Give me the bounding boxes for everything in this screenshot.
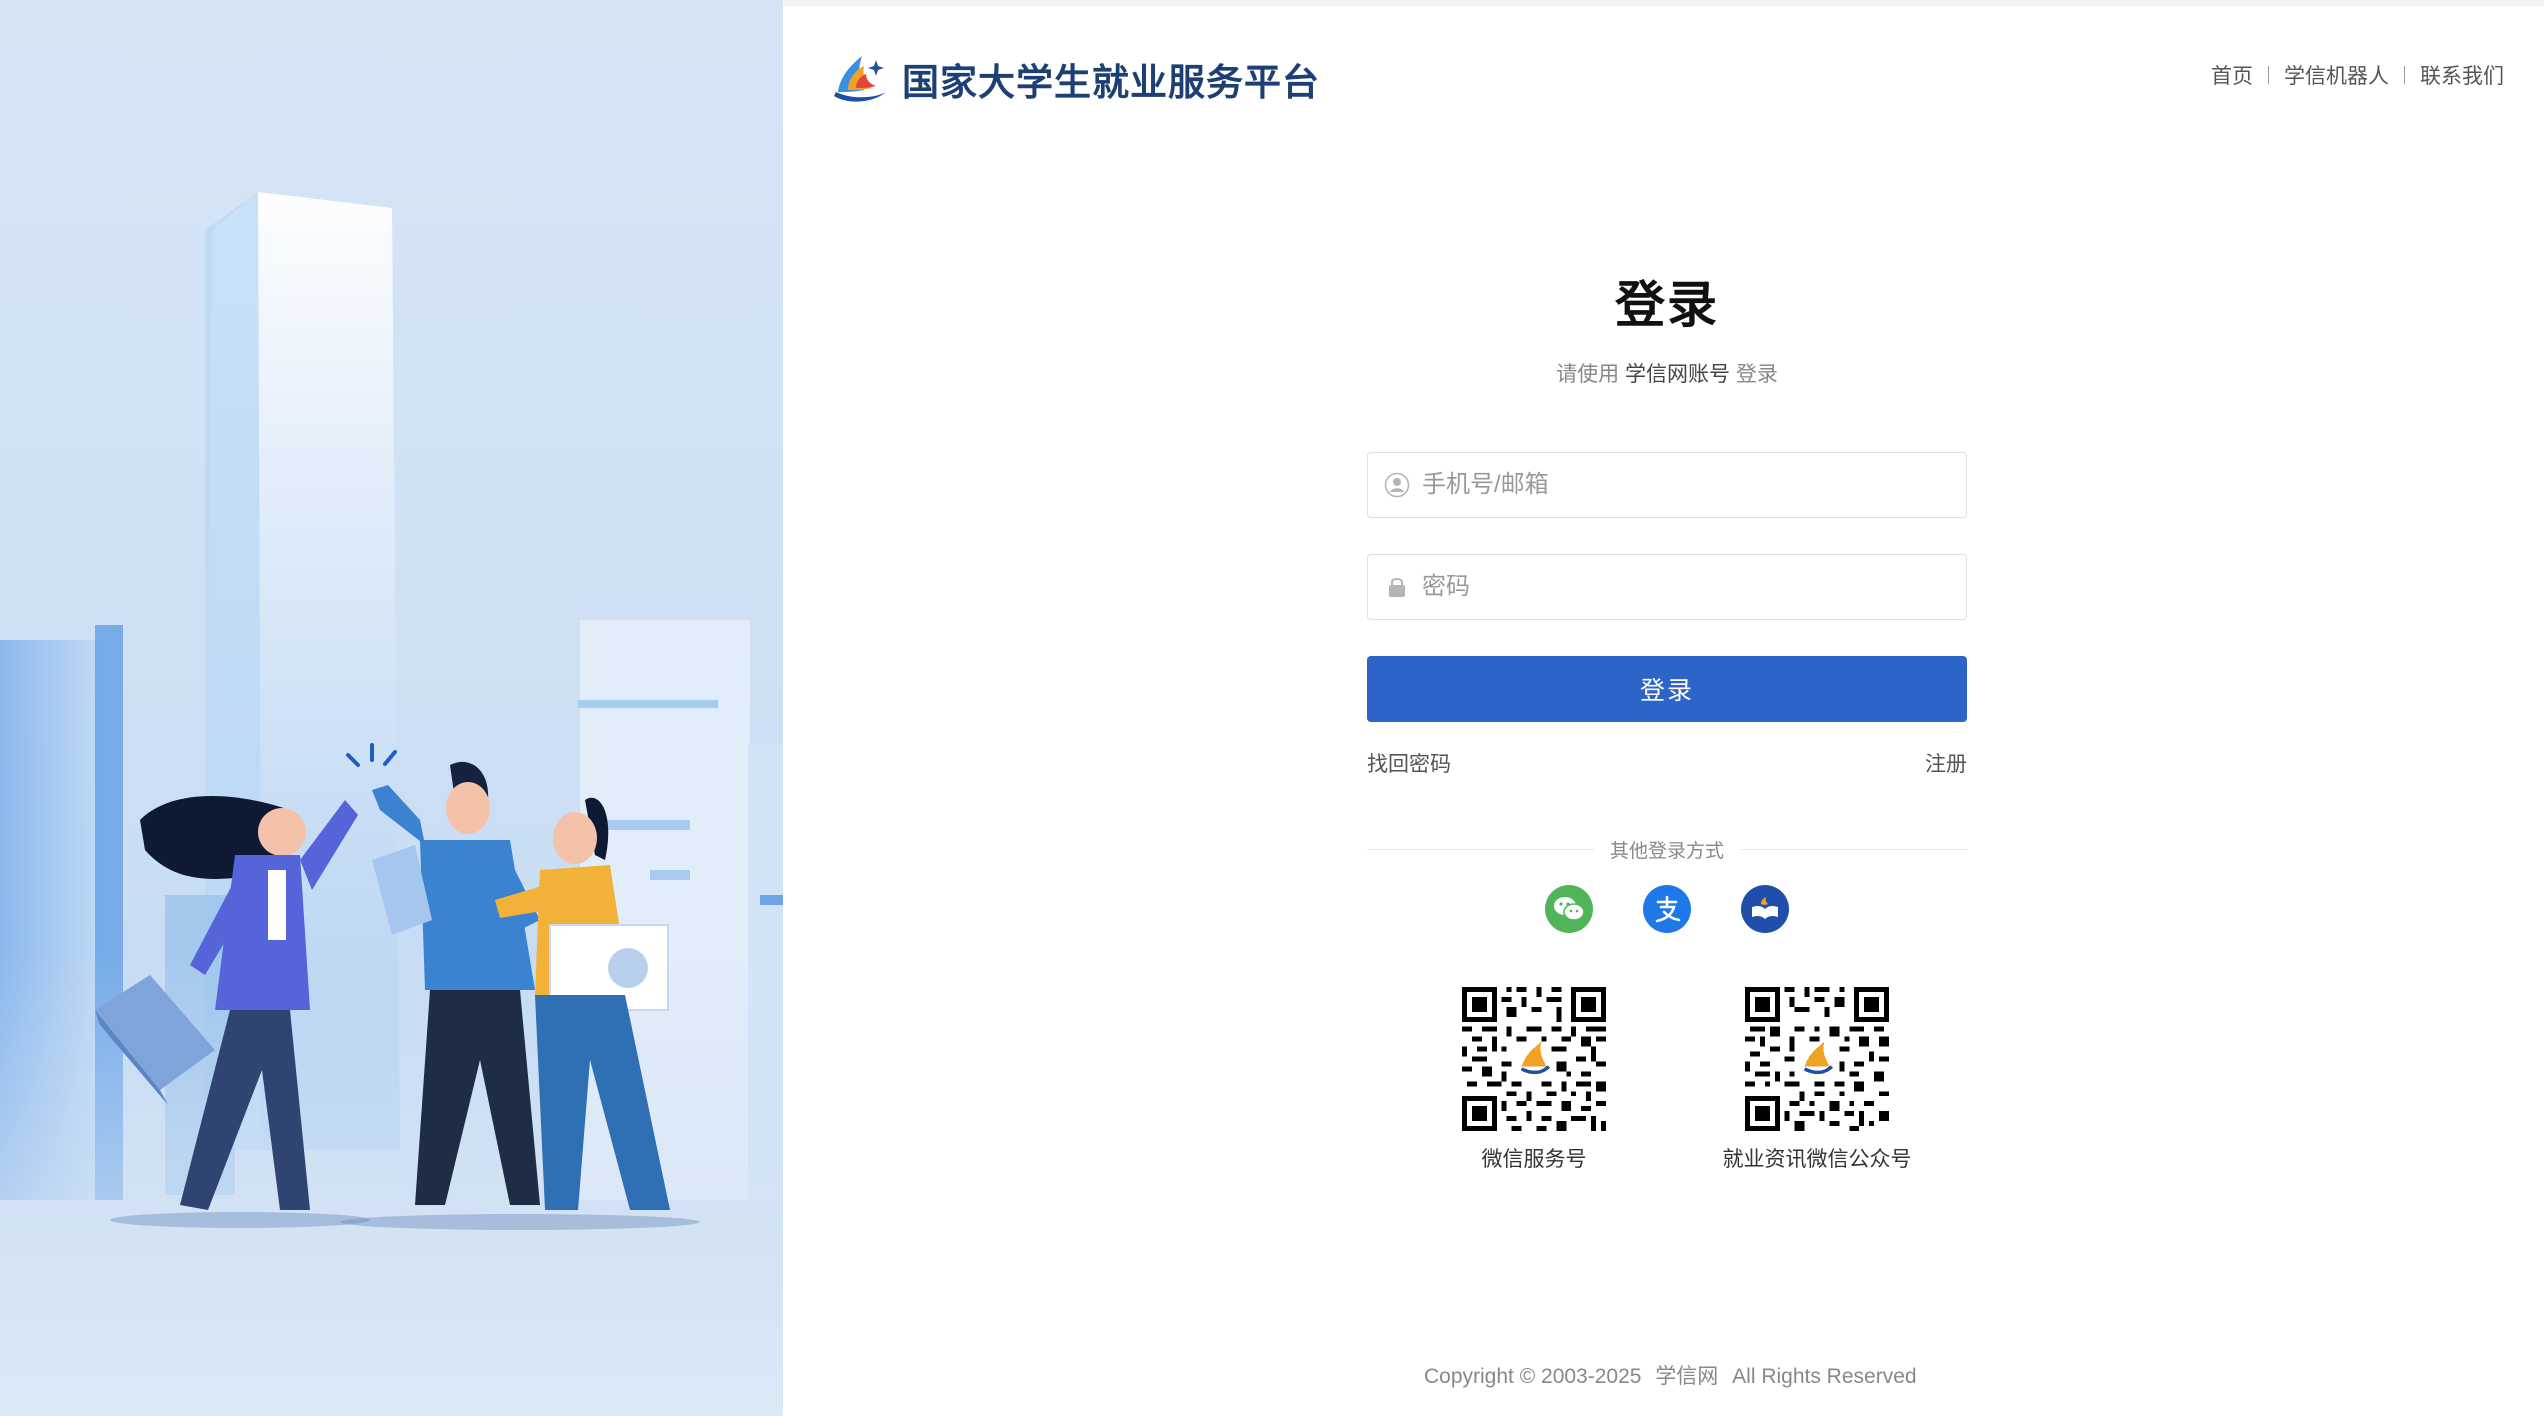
copyright-text: Copyright © 2003-2025	[1424, 1365, 1642, 1388]
user-icon	[1384, 472, 1410, 498]
login-form: 登录 请使用 学信网账号 登录 登录 找回密码 注册 其他登录方式	[1367, 270, 1968, 1173]
register-link[interactable]: 注册	[1925, 748, 1967, 778]
qrcode-section: 微信服务号 就业资讯微信公众号	[1367, 987, 1967, 1173]
qrcode-image	[1462, 987, 1606, 1131]
lock-icon	[1389, 578, 1405, 597]
top-divider	[783, 0, 2544, 6]
social-login-buttons	[1367, 885, 1967, 933]
login-title: 登录	[1615, 277, 1719, 333]
wechat-login-button[interactable]	[1545, 885, 1593, 933]
divider-line	[1367, 849, 1594, 850]
qrcode-image	[1745, 987, 1889, 1131]
forgot-password-link[interactable]: 找回密码	[1367, 748, 1451, 778]
password-field[interactable]	[1367, 554, 1967, 620]
auxiliary-links: 找回密码 注册	[1367, 748, 1967, 778]
nav-separator	[2268, 66, 2269, 84]
login-button[interactable]: 登录	[1367, 656, 1967, 722]
qrcode-caption: 就业资讯微信公众号	[1722, 1148, 1912, 1171]
nav-separator	[2404, 66, 2405, 84]
brand-header[interactable]: 国家大学生就业服务平台	[828, 44, 1320, 114]
wechat-service-qrcode: 微信服务号	[1439, 987, 1629, 1173]
password-input[interactable]	[1422, 573, 1942, 601]
top-navigation: 首页 学信机器人 联系我们	[2211, 60, 2504, 90]
alipay-login-button[interactable]	[1643, 885, 1691, 933]
other-login-label: 其他登录方式	[1610, 841, 1725, 862]
login-illustration-panel	[0, 0, 783, 1416]
xuexin-book-icon	[1752, 897, 1778, 919]
copyright-site-name: 学信网	[1655, 1365, 1719, 1388]
footer-copyright: Copyright © 2003-2025 学信网 All Rights Res…	[1424, 1360, 1925, 1390]
wechat-icon	[1554, 897, 1585, 921]
nav-robot-link[interactable]: 学信机器人	[2284, 60, 2389, 90]
username-input[interactable]	[1422, 471, 1942, 499]
username-field[interactable]	[1367, 452, 1967, 518]
employment-news-qrcode: 就业资讯微信公众号	[1722, 987, 1912, 1173]
alipay-icon	[1655, 895, 1681, 923]
nav-home-link[interactable]: 首页	[2211, 60, 2253, 90]
divider-line	[1740, 849, 1968, 850]
subtitle-prefix: 请使用	[1556, 363, 1620, 386]
subtitle-account: 学信网账号	[1625, 363, 1730, 386]
copyright-rights: All Rights Reserved	[1732, 1365, 1917, 1388]
qrcode-caption: 微信服务号	[1481, 1148, 1587, 1171]
xuexin-login-button[interactable]	[1741, 885, 1789, 933]
other-login-divider: 其他登录方式	[1367, 836, 1968, 863]
brand-title: 国家大学生就业服务平台	[902, 62, 1320, 103]
login-subtitle: 请使用 学信网账号 登录	[1367, 358, 1967, 388]
subtitle-suffix: 登录	[1735, 363, 1778, 386]
teamwork-illustration	[0, 192, 783, 1416]
xuexin-flame-logo-icon	[834, 56, 886, 102]
nav-contact-link[interactable]: 联系我们	[2420, 60, 2504, 90]
